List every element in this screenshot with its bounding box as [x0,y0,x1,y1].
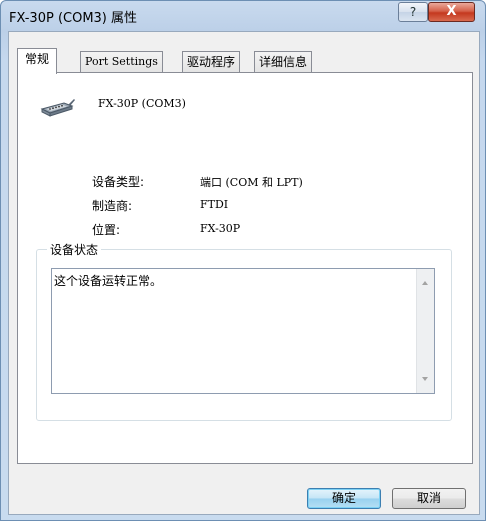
manufacturer-label: 制造商: [92,199,133,213]
location-value: FX-30P [200,222,241,235]
tab-details[interactable]: 详细信息 [254,51,313,73]
device-status-title: 设备状态 [47,241,102,258]
device-status-text: 这个设备运转正常。 [54,274,163,288]
ok-button[interactable]: 确定 [307,488,381,509]
close-icon: X [446,4,457,19]
help-button[interactable]: ? [398,2,428,22]
scroll-up-icon[interactable] [422,281,428,285]
location-label: 位置: [92,223,121,237]
device-type-value: 端口 (COM 和 LPT) [200,176,303,189]
tab-panel-general: FX-30P (COM3) 设备类型: 端口 (COM 和 LPT) 制造商: … [17,72,473,464]
tab-driver-label: 驱动程序 [187,55,236,69]
window-title: FX-30P (COM3) 属性 [9,11,138,26]
device-status-group: 设备状态 这个设备运转正常。 [36,241,452,421]
tab-details-label: 详细信息 [259,55,308,69]
title-bar[interactable]: FX-30P (COM3) 属性 ? X [1,1,485,31]
device-name: FX-30P (COM3) [98,97,186,110]
tab-port-settings-label: Port Settings [85,55,158,68]
serial-port-icon [40,99,75,117]
status-scrollbar[interactable] [416,269,434,393]
device-type-label: 设备类型: [92,175,145,189]
device-status-textbox[interactable]: 这个设备运转正常。 [51,268,435,394]
scroll-down-icon[interactable] [422,377,428,381]
manufacturer-value: FTDI [200,198,229,211]
help-icon: ? [409,5,417,19]
tab-driver[interactable]: 驱动程序 [182,51,241,73]
close-button[interactable]: X [428,2,475,22]
tab-general[interactable]: 常规 [17,48,58,74]
properties-dialog: FX-30P (COM3) 属性 ? X 常规 Port Settings 驱动… [0,0,486,521]
tab-port-settings[interactable]: Port Settings [80,51,163,73]
dialog-client-area: 常规 Port Settings 驱动程序 详细信息 FX-30P (COM3)… [8,31,480,515]
cancel-button[interactable]: 取消 [392,488,466,509]
tab-general-label: 常规 [25,52,50,66]
